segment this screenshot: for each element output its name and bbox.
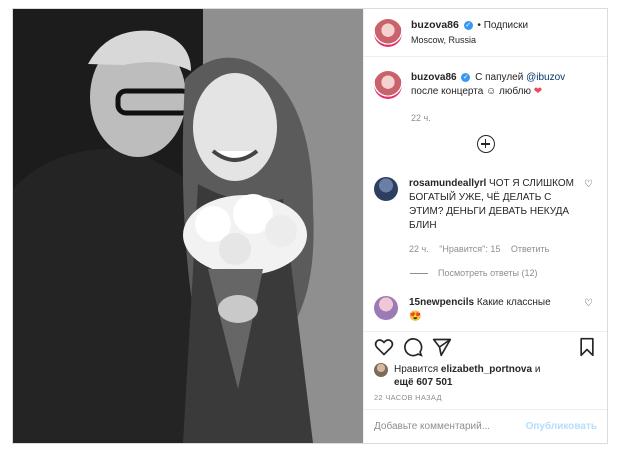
- caption-username[interactable]: buzova86: [411, 72, 457, 83]
- likes-count[interactable]: ещё 607 501: [394, 377, 453, 388]
- caption-text: С папулей: [475, 72, 524, 83]
- load-more: [364, 135, 607, 159]
- liker-avatar[interactable]: [374, 363, 388, 377]
- caption-body: buzova86 ✓ С папулей @ibuzov после конце…: [411, 71, 565, 125]
- add-comment-bar: Добавьте комментарий... Опубликовать: [364, 409, 607, 443]
- view-replies-label[interactable]: Посмотреть ответы (12): [438, 268, 538, 278]
- post-frame: buzova86 ✓ • Подписки Moscow, Russia buz…: [12, 8, 608, 444]
- publish-button[interactable]: Опубликовать: [526, 421, 597, 432]
- comment-item: 15newpencils Какие классные 😍 ♡: [364, 278, 607, 324]
- post-actions: [364, 331, 607, 361]
- replies-divider: [410, 272, 428, 274]
- likes-suffix: и: [534, 364, 541, 375]
- heart-eyes-emoji-icon: 😍: [409, 311, 422, 322]
- comment-input[interactable]: Добавьте комментарий...: [374, 421, 526, 432]
- comment-avatar[interactable]: [374, 296, 398, 320]
- caption-text-line2: после концерта ☺ люблю: [411, 86, 531, 97]
- following-button[interactable]: Подписки: [484, 20, 528, 31]
- comment-avatar[interactable]: [374, 177, 398, 201]
- author-username[interactable]: buzova86: [411, 19, 459, 31]
- post-caption: buzova86 ✓ С папулей @ibuzov после конце…: [364, 57, 607, 125]
- post-timestamp[interactable]: 22 ЧАСОВ НАЗАД: [374, 393, 442, 402]
- liker-username[interactable]: elizabeth_portnova: [441, 364, 532, 375]
- comment-username[interactable]: 15newpencils: [409, 297, 474, 308]
- likes-prefix: Нравится: [394, 364, 439, 375]
- comment-like-heart-icon[interactable]: ♡: [584, 298, 593, 309]
- author-info: buzova86 ✓ • Подписки Moscow, Russia: [411, 18, 528, 47]
- post-location[interactable]: Moscow, Russia: [411, 33, 528, 47]
- comment-like-heart-icon[interactable]: ♡: [584, 179, 593, 190]
- comment-username[interactable]: rosamundeallyrl: [409, 178, 486, 189]
- likes-summary: Нравится elizabeth_portnova и ещё 607 50…: [374, 363, 597, 389]
- comment-body: 15newpencils Какие классные 😍: [409, 296, 577, 324]
- share-icon[interactable]: [432, 337, 452, 357]
- comment-icon[interactable]: [403, 337, 423, 357]
- comment-text: Какие классные: [476, 297, 551, 308]
- comment-meta: 22 ч. "Нравится": 15 Ответить: [409, 242, 577, 256]
- comment-likes[interactable]: "Нравится": 15: [439, 244, 500, 254]
- reply-button[interactable]: Ответить: [511, 244, 549, 254]
- caption-mention[interactable]: @ibuzov: [526, 72, 565, 83]
- comment-body: rosamundeallyrl ЧОТ Я СЛИШКОМ БОГАТЫЙ УЖ…: [409, 177, 577, 256]
- caption-time[interactable]: 22 ч.: [411, 111, 565, 125]
- post-photo[interactable]: [13, 9, 363, 443]
- bookmark-icon[interactable]: [577, 337, 597, 357]
- caption-avatar[interactable]: [374, 71, 402, 99]
- comment-item: rosamundeallyrl ЧОТ Я СЛИШКОМ БОГАТЫЙ УЖ…: [364, 159, 607, 256]
- photo-illustration: [13, 9, 363, 443]
- heart-icon[interactable]: [374, 337, 394, 357]
- comment-time[interactable]: 22 ч.: [409, 244, 429, 254]
- comments-list[interactable]: buzova86 ✓ С папулей @ibuzov после конце…: [364, 57, 607, 331]
- author-avatar[interactable]: [374, 18, 402, 47]
- likes-text: Нравится elizabeth_portnova и ещё 607 50…: [394, 363, 540, 389]
- verified-badge-icon: ✓: [463, 20, 473, 30]
- view-replies[interactable]: Посмотреть ответы (12): [410, 268, 607, 278]
- red-heart-icon: ❤: [533, 86, 543, 97]
- plus-circle-icon[interactable]: [476, 135, 495, 153]
- verified-badge-icon: ✓: [461, 72, 471, 82]
- header-separator: •: [477, 20, 481, 31]
- post-header: buzova86 ✓ • Подписки Moscow, Russia: [364, 9, 607, 57]
- post-sidebar: buzova86 ✓ • Подписки Moscow, Russia buz…: [363, 9, 607, 443]
